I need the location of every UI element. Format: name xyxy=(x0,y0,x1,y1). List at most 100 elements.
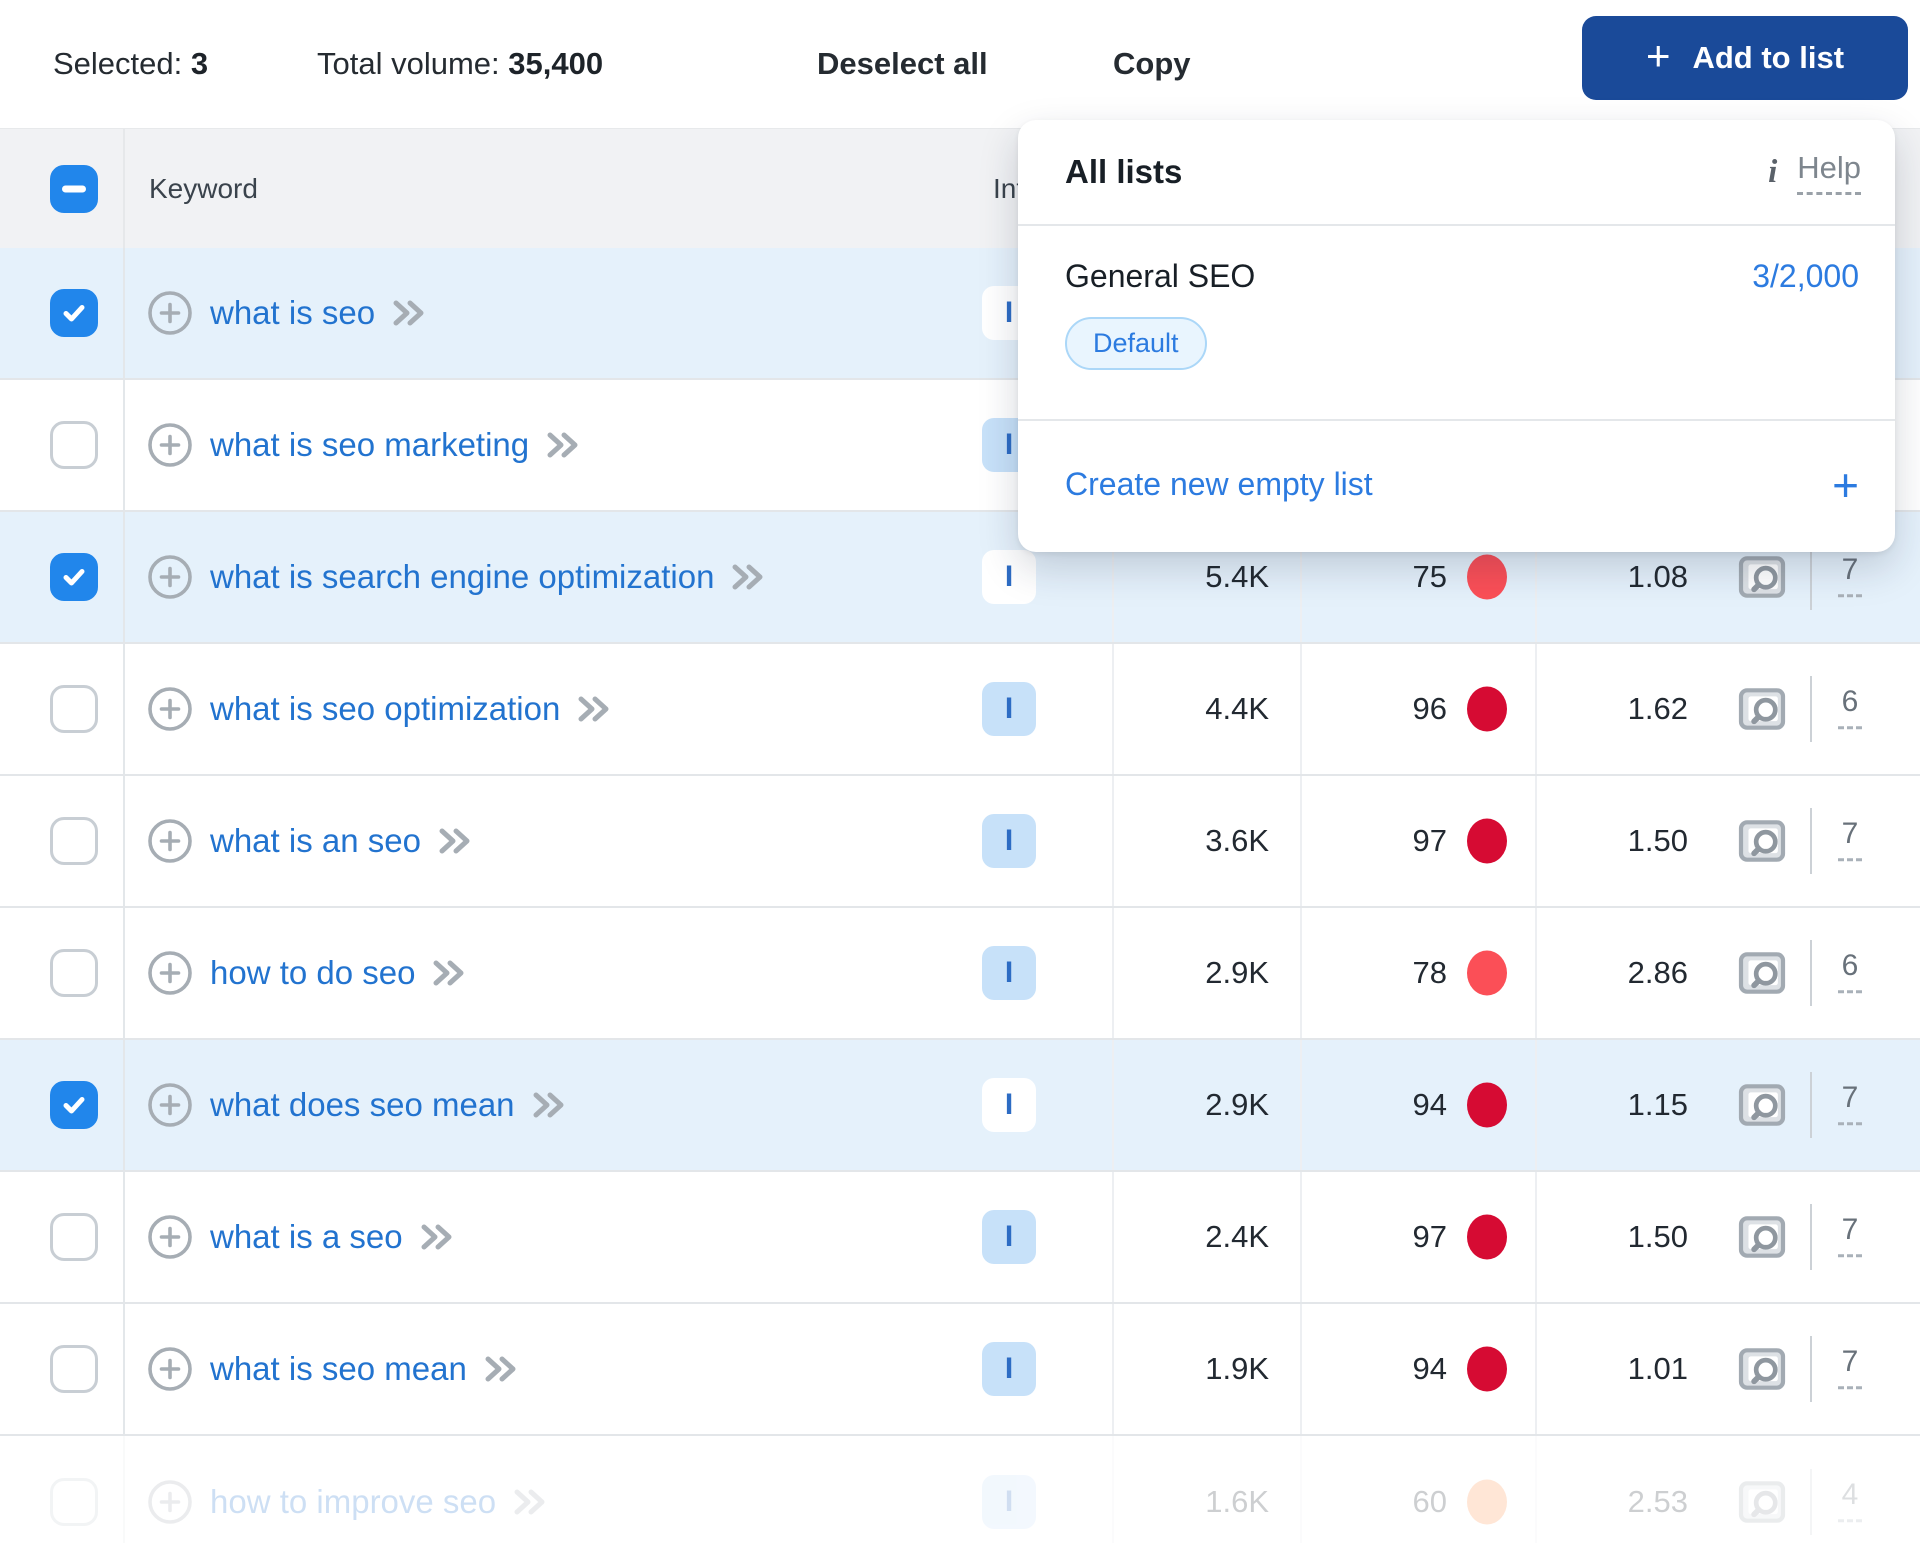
expand-keyword-icon[interactable] xyxy=(513,1488,547,1516)
add-keyword-icon[interactable] xyxy=(147,950,193,996)
serp-preview-icon[interactable] xyxy=(1734,1209,1790,1265)
cpc-value: 1.50 xyxy=(1627,823,1688,858)
add-keyword-icon[interactable] xyxy=(147,290,193,336)
column-divider xyxy=(123,1304,125,1434)
row-checkbox[interactable] xyxy=(50,1345,98,1393)
serp-preview-icon[interactable] xyxy=(1734,1474,1790,1530)
add-keyword-icon[interactable] xyxy=(147,1479,193,1525)
info-icon[interactable]: i xyxy=(1768,154,1777,191)
intent-badge[interactable]: I xyxy=(982,682,1036,736)
column-divider xyxy=(1535,776,1537,906)
results-count-link[interactable]: 7 xyxy=(1837,1345,1863,1390)
keyword-cell: what is seo mean xyxy=(147,1304,518,1434)
intent-badge[interactable]: I xyxy=(982,1475,1036,1529)
expand-keyword-icon[interactable] xyxy=(532,1091,566,1119)
intent-badge[interactable]: I xyxy=(982,1078,1036,1132)
cpc-value: 2.86 xyxy=(1627,955,1688,990)
row-checkbox[interactable] xyxy=(50,949,98,997)
keyword-link[interactable]: what is seo marketing xyxy=(210,426,529,464)
expand-keyword-icon[interactable] xyxy=(577,695,611,723)
keyword-link[interactable]: how to improve seo xyxy=(210,1483,496,1521)
select-all-checkbox[interactable] xyxy=(50,164,98,213)
results-count: 7 xyxy=(1822,1081,1878,1126)
serp-preview-icon[interactable] xyxy=(1734,945,1790,1001)
row-checkbox[interactable] xyxy=(50,1478,98,1526)
keyword-table-screen: Selected: 3 Total volume: 35,400 Deselec… xyxy=(0,0,1920,1543)
column-divider xyxy=(123,129,125,248)
results-count: 7 xyxy=(1822,1213,1878,1258)
row-checkbox[interactable] xyxy=(50,1081,98,1129)
add-keyword-icon[interactable] xyxy=(147,554,193,600)
results-count-link[interactable]: 7 xyxy=(1837,1213,1863,1258)
column-divider xyxy=(123,380,125,510)
intent-badge[interactable]: I xyxy=(982,946,1036,1000)
row-checkbox[interactable] xyxy=(50,1213,98,1261)
expand-keyword-icon[interactable] xyxy=(484,1355,518,1383)
deselect-all-link[interactable]: Deselect all xyxy=(817,46,988,82)
column-divider xyxy=(1300,644,1302,774)
copy-link[interactable]: Copy xyxy=(1113,46,1191,82)
kd-value: 97 xyxy=(1412,1219,1447,1254)
keyword-link[interactable]: what is search engine optimization xyxy=(210,558,714,596)
add-keyword-icon[interactable] xyxy=(147,1214,193,1260)
add-keyword-icon[interactable] xyxy=(147,1082,193,1128)
cpc-value: 1.50 xyxy=(1627,1219,1688,1254)
column-divider xyxy=(1535,1436,1537,1543)
serp-preview-icon[interactable] xyxy=(1734,681,1790,737)
table-row: what is a seo I 2.4K 97 1.50 7 xyxy=(0,1172,1920,1304)
results-count-link[interactable]: 6 xyxy=(1837,949,1863,994)
column-divider xyxy=(1535,1040,1537,1170)
column-divider xyxy=(1300,1040,1302,1170)
column-divider xyxy=(1300,1304,1302,1434)
row-checkbox[interactable] xyxy=(50,817,98,865)
keyword-link[interactable]: what does seo mean xyxy=(210,1086,515,1124)
list-item-general-seo[interactable]: General SEO 3/2,000 Default xyxy=(1018,226,1895,421)
keyword-link[interactable]: what is seo mean xyxy=(210,1350,467,1388)
row-checkbox[interactable] xyxy=(50,553,98,601)
results-count-link[interactable]: 7 xyxy=(1837,553,1863,598)
expand-keyword-icon[interactable] xyxy=(546,431,580,459)
keyword-link[interactable]: how to do seo xyxy=(210,954,415,992)
expand-keyword-icon[interactable] xyxy=(392,299,426,327)
volume-value: 2.4K xyxy=(1205,1219,1269,1254)
results-count-link[interactable]: 7 xyxy=(1837,1081,1863,1126)
keyword-link[interactable]: what is seo optimization xyxy=(210,690,560,728)
add-to-list-button[interactable]: + Add to list xyxy=(1582,16,1908,100)
add-keyword-icon[interactable] xyxy=(147,1346,193,1392)
results-count-link[interactable]: 4 xyxy=(1837,1478,1863,1523)
expand-keyword-icon[interactable] xyxy=(420,1223,454,1251)
row-checkbox[interactable] xyxy=(50,289,98,337)
row-checkbox[interactable] xyxy=(50,685,98,733)
intent-badge[interactable]: I xyxy=(982,550,1036,604)
keyword-link[interactable]: what is a seo xyxy=(210,1218,403,1256)
column-divider xyxy=(123,1040,125,1170)
serp-preview-icon[interactable] xyxy=(1734,1077,1790,1133)
add-keyword-icon[interactable] xyxy=(147,422,193,468)
column-divider xyxy=(1112,776,1114,906)
volume-value: 1.9K xyxy=(1205,1351,1269,1386)
intent-badge[interactable]: I xyxy=(982,814,1036,868)
keyword-link[interactable]: what is an seo xyxy=(210,822,421,860)
serp-preview-icon[interactable] xyxy=(1734,549,1790,605)
intent-badge[interactable]: I xyxy=(982,1342,1036,1396)
default-badge: Default xyxy=(1065,317,1207,370)
add-keyword-icon[interactable] xyxy=(147,686,193,732)
keyword-link[interactable]: what is seo xyxy=(210,294,375,332)
expand-keyword-icon[interactable] xyxy=(432,959,466,987)
results-count-link[interactable]: 6 xyxy=(1837,685,1863,730)
help-link[interactable]: Help xyxy=(1797,150,1861,195)
row-checkbox[interactable] xyxy=(50,421,98,469)
serp-preview-icon[interactable] xyxy=(1734,813,1790,869)
results-count-link[interactable]: 7 xyxy=(1837,817,1863,862)
column-divider xyxy=(1112,1172,1114,1302)
column-divider xyxy=(1535,1172,1537,1302)
table-row: how to do seo I 2.9K 78 2.86 6 xyxy=(0,908,1920,1040)
kd-value: 96 xyxy=(1412,691,1447,726)
serp-preview-icon[interactable] xyxy=(1734,1341,1790,1397)
expand-keyword-icon[interactable] xyxy=(731,563,765,591)
expand-keyword-icon[interactable] xyxy=(438,827,472,855)
add-keyword-icon[interactable] xyxy=(147,818,193,864)
intent-badge[interactable]: I xyxy=(982,1210,1036,1264)
list-count: 3/2,000 xyxy=(1752,258,1859,294)
create-new-list-button[interactable]: Create new empty list + xyxy=(1018,421,1895,548)
